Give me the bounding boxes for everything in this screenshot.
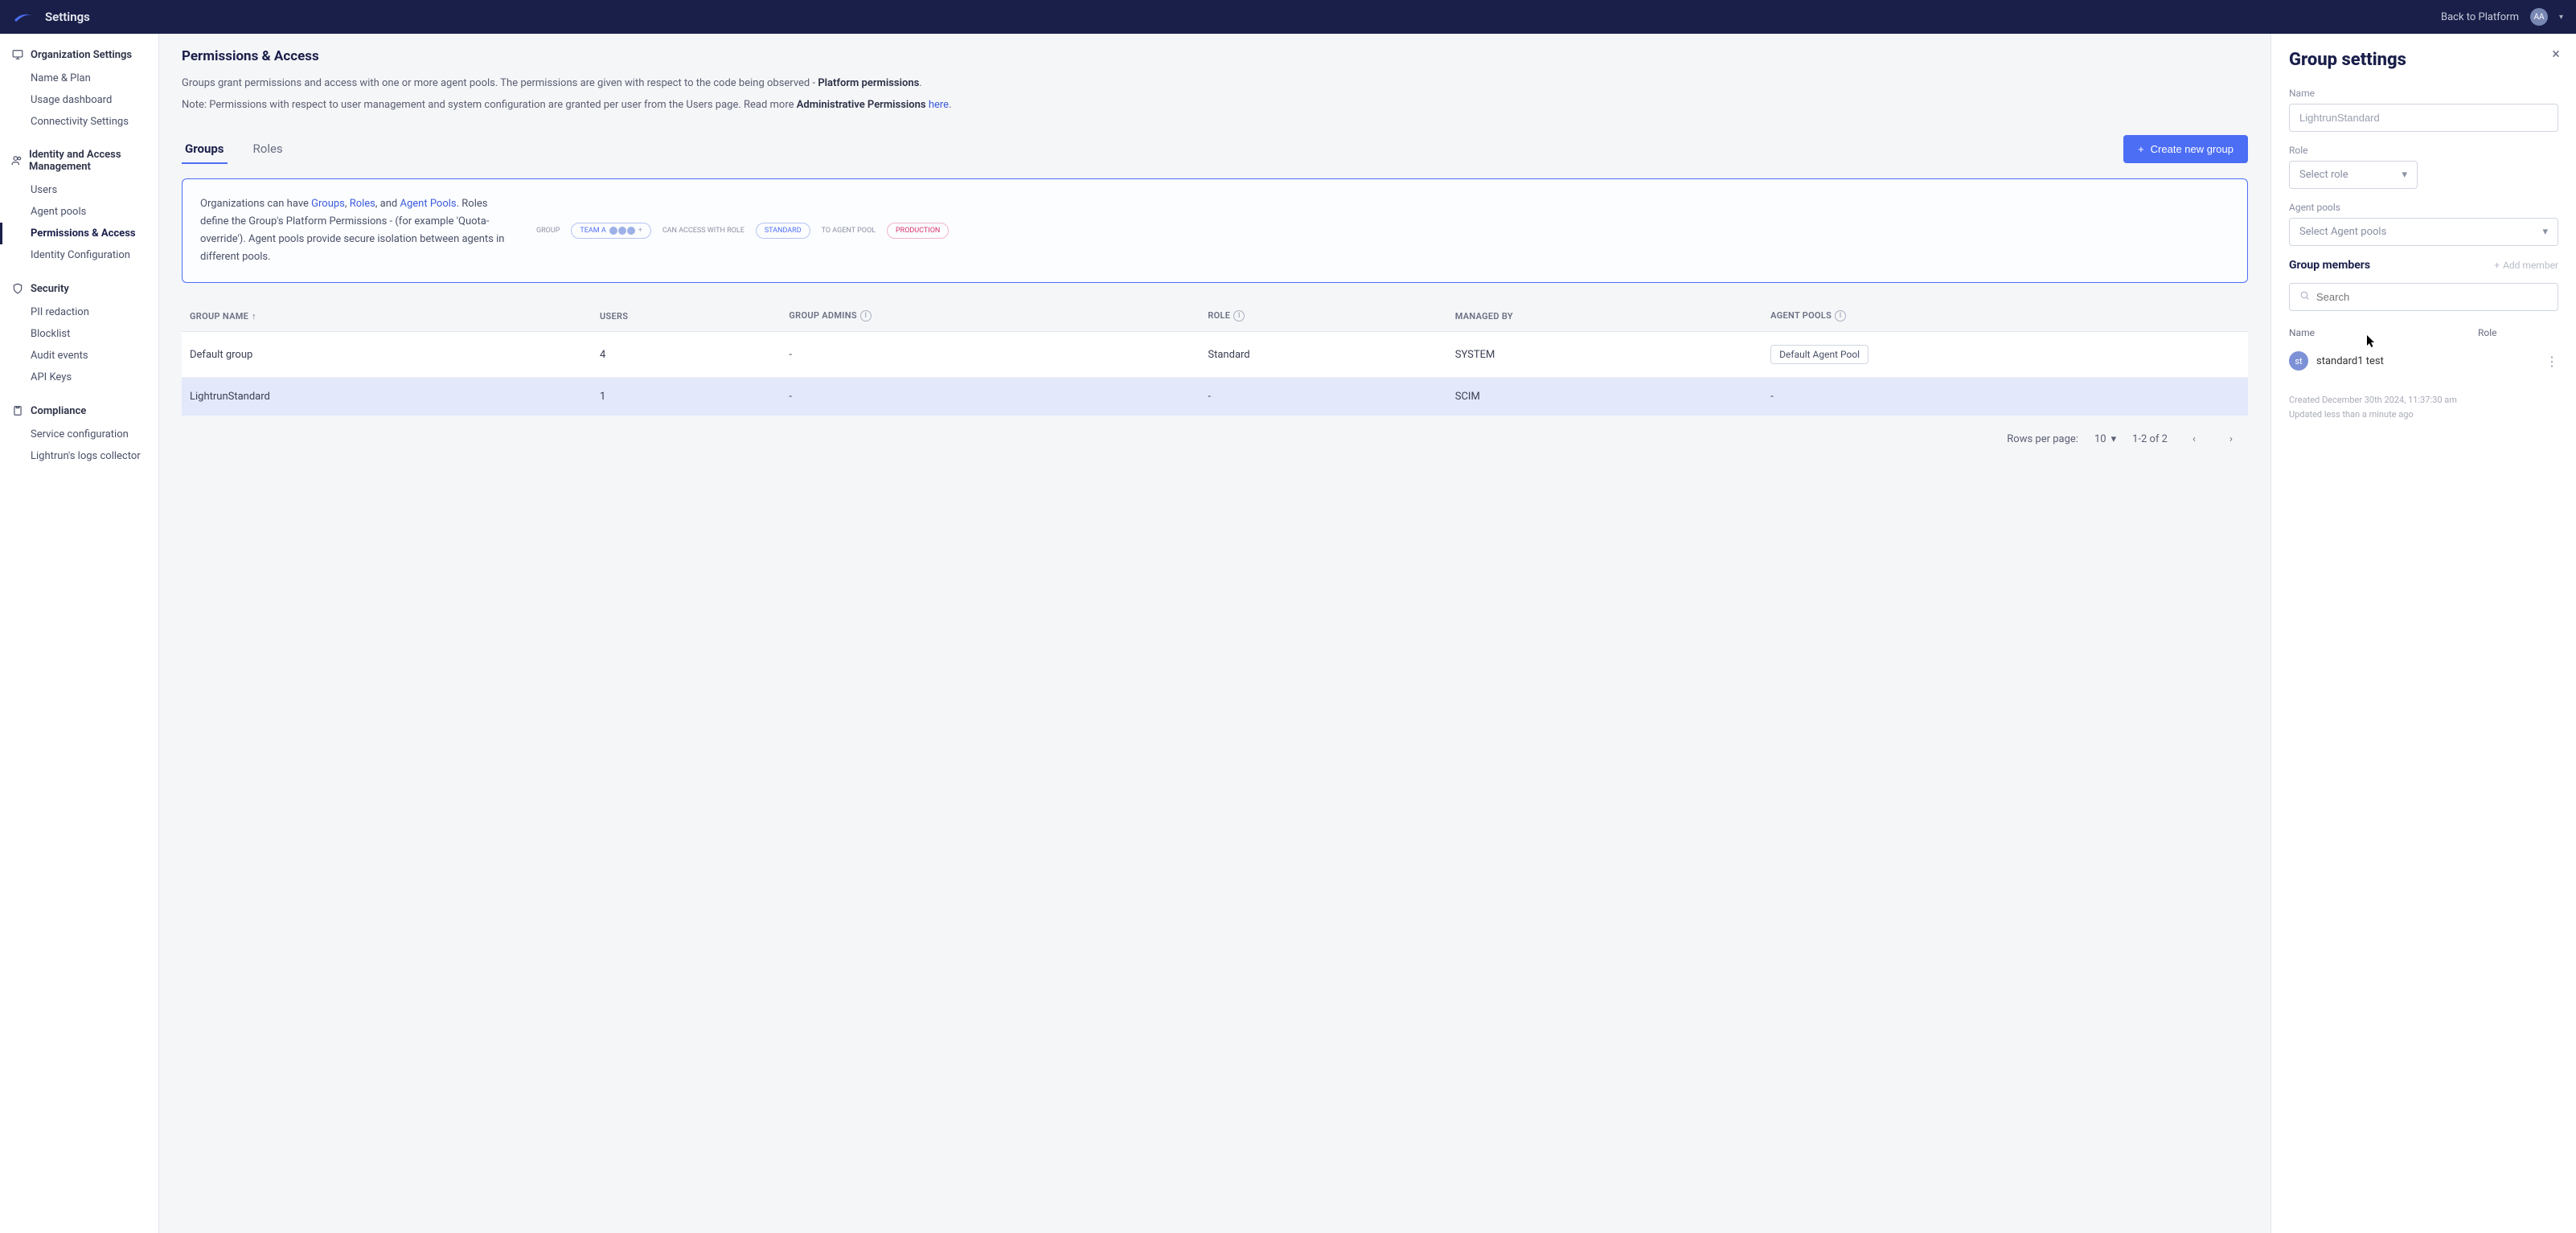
tab-roles[interactable]: Roles bbox=[250, 135, 286, 164]
sort-asc-icon: ↑ bbox=[252, 311, 256, 322]
user-avatar[interactable]: AA bbox=[2530, 8, 2548, 26]
page-desc-1: Groups grant permissions and access with… bbox=[182, 76, 2248, 92]
back-to-platform-link[interactable]: Back to Platform bbox=[2441, 11, 2519, 23]
col-role[interactable]: ROLEi bbox=[1200, 301, 1446, 332]
page-title: Permissions & Access bbox=[182, 48, 2248, 64]
col-group-name[interactable]: GROUP NAME↑ bbox=[182, 301, 592, 332]
sidebar-item-users[interactable]: Users bbox=[0, 179, 158, 201]
name-label: Name bbox=[2289, 88, 2558, 99]
agent-pools-link[interactable]: Agent Pools bbox=[400, 198, 456, 210]
add-member-button[interactable]: +Add member bbox=[2494, 260, 2558, 271]
sidebar-item-logs-collector[interactable]: Lightrun's logs collector bbox=[0, 445, 158, 467]
search-icon bbox=[2299, 290, 2310, 304]
info-icon: i bbox=[1835, 310, 1846, 322]
monitor-icon bbox=[11, 48, 24, 61]
groups-link[interactable]: Groups bbox=[311, 198, 345, 210]
diagram-pill-standard: STANDARD bbox=[756, 223, 810, 239]
sidebar-item-identity-config[interactable]: Identity Configuration bbox=[0, 244, 158, 266]
sidebar-item-audit[interactable]: Audit events bbox=[0, 345, 158, 367]
app-title: Settings bbox=[45, 10, 90, 24]
sidebar-section-iam: Identity and Access Management Users Age… bbox=[0, 149, 158, 266]
roles-link[interactable]: Roles bbox=[350, 198, 375, 210]
col-managed[interactable]: MANAGED BY bbox=[1447, 301, 1762, 332]
tabs: Groups Roles bbox=[182, 135, 286, 164]
shield-icon bbox=[11, 282, 24, 295]
sidebar-item-usage[interactable]: Usage dashboard bbox=[0, 89, 158, 111]
sidebar-section-org: Organization Settings Name & Plan Usage … bbox=[0, 48, 158, 133]
users-icon bbox=[11, 154, 23, 167]
detail-panel: × Group settings Name Role Select role ▾… bbox=[2270, 34, 2576, 1233]
info-icon: i bbox=[1233, 310, 1245, 322]
plus-icon: + bbox=[2494, 260, 2500, 271]
table-row[interactable]: LightrunStandard 1 - - SCIM - bbox=[182, 378, 2248, 416]
pools-label: Agent pools bbox=[2289, 202, 2558, 213]
topbar: Settings Back to Platform AA ▾ bbox=[0, 0, 2576, 34]
close-panel-button[interactable]: × bbox=[2547, 45, 2565, 63]
plus-icon: + bbox=[2138, 143, 2144, 155]
tab-groups[interactable]: Groups bbox=[182, 135, 228, 164]
sidebar-item-service-config[interactable]: Service configuration bbox=[0, 424, 158, 445]
main-content: Permissions & Access Groups grant permis… bbox=[159, 34, 2270, 1233]
sidebar-item-name-plan[interactable]: Name & Plan bbox=[0, 68, 158, 89]
prev-page-button[interactable]: ‹ bbox=[2184, 428, 2205, 449]
agent-pools-select[interactable]: Select Agent pools ▾ bbox=[2289, 218, 2558, 246]
col-pools[interactable]: AGENT POOLSi bbox=[1762, 301, 2248, 332]
admin-perms-link[interactable]: here bbox=[929, 99, 949, 111]
rows-per-page-select[interactable]: 10 ▾ bbox=[2094, 433, 2116, 445]
sidebar-item-permissions[interactable]: Permissions & Access bbox=[0, 223, 158, 244]
timestamps: Created December 30th 2024, 11:37:30 am … bbox=[2289, 393, 2558, 421]
sidebar-item-agent-pools[interactable]: Agent pools bbox=[0, 201, 158, 223]
sidebar: Organization Settings Name & Plan Usage … bbox=[0, 34, 159, 1233]
role-select[interactable]: Select role ▾ bbox=[2289, 161, 2418, 189]
sidebar-heading: Security bbox=[31, 283, 69, 295]
table-row[interactable]: Default group 4 - Standard SYSTEM Defaul… bbox=[182, 332, 2248, 378]
chevron-down-icon: ▾ bbox=[2402, 169, 2407, 181]
create-group-button[interactable]: + Create new group bbox=[2123, 135, 2248, 163]
member-avatar: st bbox=[2289, 351, 2308, 371]
page-desc-2: Note: Permissions with respect to user m… bbox=[182, 97, 2248, 114]
role-label: Role bbox=[2289, 145, 2558, 156]
chevron-down-icon[interactable]: ▾ bbox=[2559, 13, 2563, 22]
col-users[interactable]: USERS bbox=[592, 301, 781, 332]
sidebar-heading: Organization Settings bbox=[31, 49, 132, 61]
member-actions-button[interactable]: ⋮ bbox=[2545, 354, 2558, 369]
group-name-input[interactable] bbox=[2289, 104, 2558, 132]
member-row: st standard1 test ⋮ bbox=[2289, 343, 2558, 379]
member-search-input[interactable] bbox=[2289, 283, 2558, 311]
diagram-pill-team: TEAM A + bbox=[571, 223, 650, 239]
info-card: Organizations can have Groups, Roles, an… bbox=[182, 178, 2248, 283]
sidebar-heading: Compliance bbox=[31, 405, 86, 417]
groups-table: GROUP NAME↑ USERS GROUP ADMINSi ROLEi MA… bbox=[182, 301, 2248, 416]
sidebar-section-compliance: Compliance Service configuration Lightru… bbox=[0, 404, 158, 467]
sidebar-item-connectivity[interactable]: Connectivity Settings bbox=[0, 111, 158, 133]
panel-title: Group settings bbox=[2289, 50, 2558, 70]
info-diagram: GROUP TEAM A + CAN ACCESS WITH ROLE STAN… bbox=[536, 223, 2229, 239]
pool-chip: Default Agent Pool bbox=[1770, 345, 1868, 364]
pagination: Rows per page: 10 ▾ 1-2 of 2 ‹ › bbox=[182, 416, 2248, 462]
sidebar-item-apikeys[interactable]: API Keys bbox=[0, 367, 158, 388]
member-name: standard1 test bbox=[2316, 355, 2384, 367]
chevron-down-icon: ▾ bbox=[2111, 433, 2117, 445]
member-table-header: Name Role bbox=[2289, 322, 2558, 343]
sidebar-item-pii[interactable]: PII redaction bbox=[0, 301, 158, 323]
chevron-down-icon: ▾ bbox=[2542, 226, 2548, 238]
members-heading: Group members bbox=[2289, 259, 2370, 272]
sidebar-heading: Identity and Access Management bbox=[29, 149, 147, 173]
logo-icon bbox=[13, 10, 35, 23]
next-page-button[interactable]: › bbox=[2221, 428, 2242, 449]
col-admins[interactable]: GROUP ADMINSi bbox=[781, 301, 1200, 332]
diagram-pill-production: PRODUCTION bbox=[887, 223, 949, 239]
sidebar-section-security: Security PII redaction Blocklist Audit e… bbox=[0, 282, 158, 388]
info-icon: i bbox=[860, 310, 872, 322]
page-range: 1-2 of 2 bbox=[2132, 433, 2168, 445]
sidebar-item-blocklist[interactable]: Blocklist bbox=[0, 323, 158, 345]
clipboard-icon bbox=[11, 404, 24, 417]
